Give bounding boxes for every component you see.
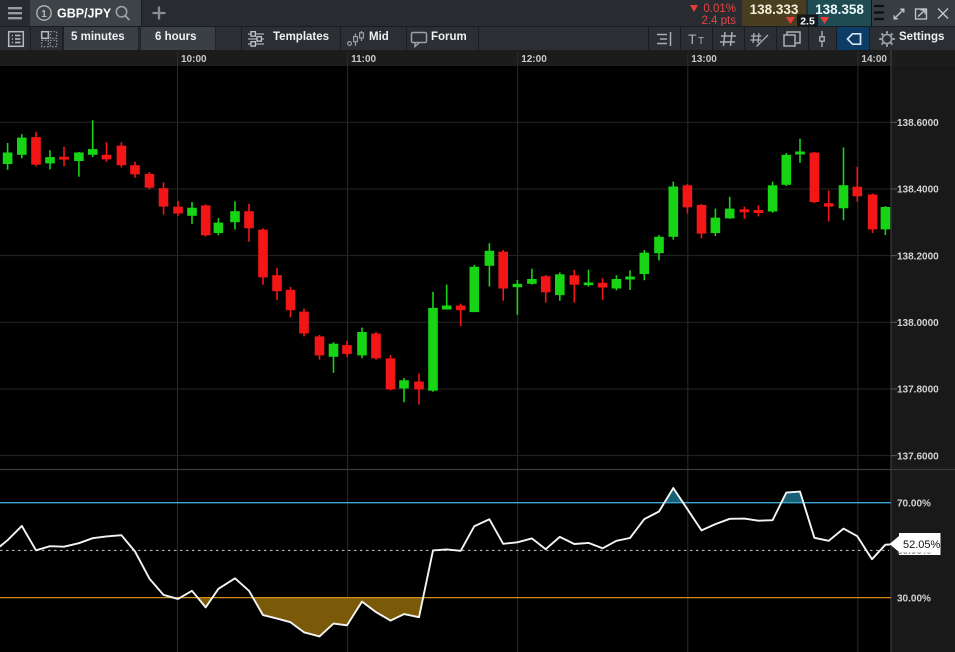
svg-text:12:00: 12:00: [521, 54, 547, 65]
svg-text:138.0000: 138.0000: [897, 318, 939, 329]
svg-text:138.6000: 138.6000: [897, 118, 939, 129]
svg-text:30.00%: 30.00%: [897, 593, 931, 604]
svg-text:T: T: [688, 31, 697, 47]
svg-text:1: 1: [41, 9, 47, 20]
svg-text:2.5: 2.5: [800, 16, 815, 28]
svg-text:GBP/JPY: GBP/JPY: [57, 7, 112, 21]
svg-text:14:00: 14:00: [861, 54, 887, 65]
svg-text:10:00: 10:00: [181, 54, 207, 65]
svg-text:137.8000: 137.8000: [897, 385, 939, 396]
svg-text:138.4000: 138.4000: [897, 185, 939, 196]
svg-text:11:00: 11:00: [351, 54, 376, 65]
svg-text:2.4 pts: 2.4 pts: [701, 15, 736, 26]
svg-text:138.2000: 138.2000: [897, 251, 939, 262]
svg-text:13:00: 13:00: [691, 54, 717, 65]
svg-text:52.05%: 52.05%: [903, 539, 941, 551]
svg-text:0.01%: 0.01%: [703, 3, 736, 15]
svg-text:70.00%: 70.00%: [897, 498, 931, 509]
svg-text:137.6000: 137.6000: [897, 451, 939, 462]
svg-text:T: T: [698, 36, 704, 47]
